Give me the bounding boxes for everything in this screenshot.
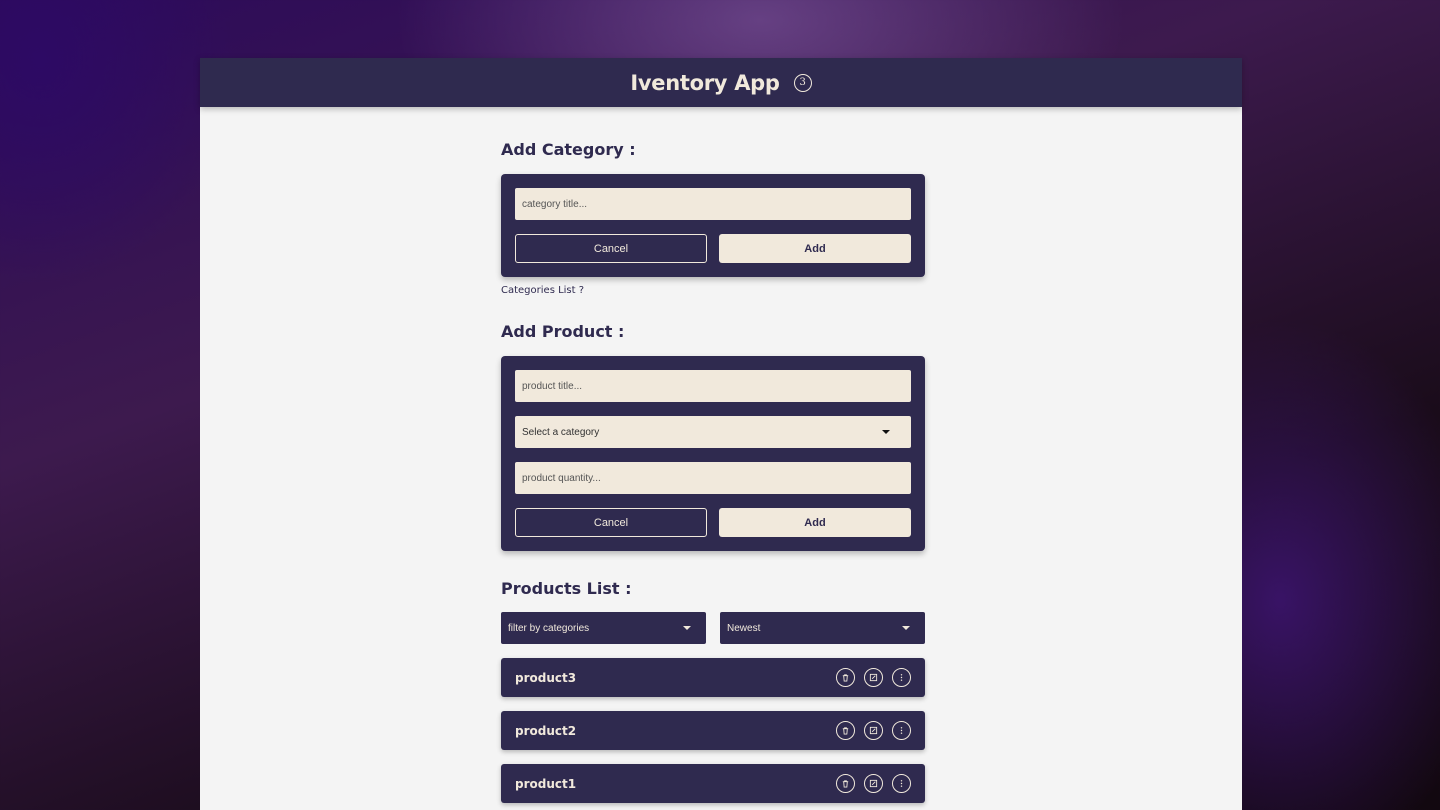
category-cancel-button[interactable]: Cancel [515,234,707,263]
category-title-input[interactable] [522,198,904,210]
main-content: Add Category : Cancel Add Categories Lis… [501,140,925,803]
category-button-row: Cancel Add [515,234,911,263]
categories-list-toggle[interactable]: Categories List ? [501,285,925,296]
product-title-field[interactable] [515,370,911,402]
products-list-heading: Products List : [501,579,632,598]
product-actions [836,774,911,793]
product-count-badge: 3 [793,73,812,92]
trash-icon[interactable] [836,721,855,740]
product-name: product2 [515,723,577,738]
more-icon[interactable] [892,774,911,793]
category-select[interactable]: Select a category [515,416,911,448]
product-actions [836,668,911,687]
chevron-down-icon [882,430,890,434]
more-icon[interactable] [892,721,911,740]
list-filters: filter by categories Newest [501,612,925,644]
more-icon[interactable] [892,668,911,687]
product-button-row: Cancel Add [515,508,911,537]
navbar: Iventory App 3 [200,58,1242,107]
category-filter-select[interactable]: filter by categories [501,612,706,644]
list-item: product2 [501,711,925,750]
trash-icon[interactable] [836,668,855,687]
product-list: product3 product2 product1 [501,658,925,803]
add-category-heading: Add Category : [501,140,636,159]
add-category-form: Cancel Add [501,174,925,277]
product-quantity-input[interactable] [522,472,904,484]
edit-icon[interactable] [864,721,883,740]
add-product-heading: Add Product : [501,322,625,341]
product-cancel-button[interactable]: Cancel [515,508,707,537]
trash-icon[interactable] [836,774,855,793]
product-name: product1 [515,776,577,791]
edit-icon[interactable] [864,774,883,793]
sort-select[interactable]: Newest [720,612,925,644]
app-window: Iventory App 3 Add Category : Cancel Add… [200,58,1242,810]
chevron-down-icon [902,626,910,630]
add-product-form: Select a category Cancel Add [501,356,925,551]
category-title-field[interactable] [515,188,911,220]
chevron-down-icon [683,626,691,630]
app-title: Iventory App [630,70,780,95]
product-add-button[interactable]: Add [719,508,911,537]
category-filter-value: filter by categories [508,622,590,634]
edit-icon[interactable] [864,668,883,687]
product-quantity-field[interactable] [515,462,911,494]
category-add-button[interactable]: Add [719,234,911,263]
product-title-input[interactable] [522,380,904,392]
sort-value: Newest [727,622,761,634]
product-actions [836,721,911,740]
category-select-value: Select a category [522,426,600,438]
product-name: product3 [515,670,577,685]
list-item: product1 [501,764,925,803]
list-item: product3 [501,658,925,697]
